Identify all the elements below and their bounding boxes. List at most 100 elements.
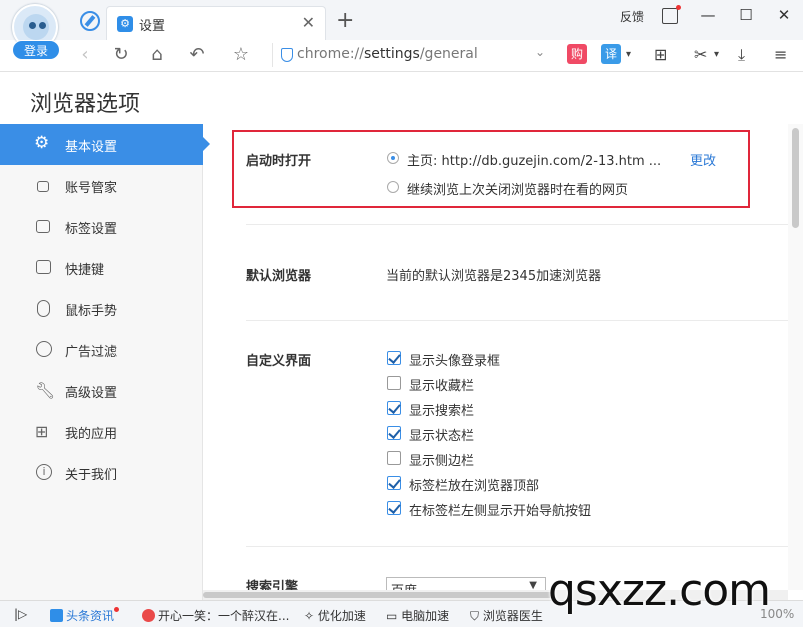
- optimize-button[interactable]: ✧ 优化加速: [304, 607, 366, 624]
- url-text[interactable]: chrome://settings/general: [297, 46, 478, 62]
- rocket-icon: ✧: [304, 609, 318, 623]
- back-icon[interactable]: ‹: [72, 44, 98, 65]
- page-title: 浏览器选项: [30, 92, 141, 117]
- shopping-icon[interactable]: 购: [567, 44, 587, 64]
- sidebar-item-apps[interactable]: ⊞ 我的应用: [0, 411, 203, 452]
- compass-icon[interactable]: [80, 11, 100, 31]
- divider: [246, 320, 788, 321]
- checkbox-show-avatar[interactable]: [387, 351, 401, 365]
- skin-icon[interactable]: [662, 5, 681, 24]
- sidebar-item-account[interactable]: 账号管家: [0, 165, 203, 206]
- option-start-nav: 在标签栏左侧显示开始导航按钮: [409, 504, 592, 519]
- sidebar-item-label: 鼠标手势: [65, 304, 118, 319]
- chevron-down-icon[interactable]: ⌄: [535, 45, 545, 59]
- sidebar-item-label: 标签设置: [65, 222, 118, 237]
- chevron-down-icon[interactable]: ▾: [714, 49, 719, 60]
- joke-ticker[interactable]: 开心一笑：一个醉汉在...: [142, 607, 289, 624]
- star-icon[interactable]: ☆: [228, 44, 254, 65]
- sidebar-item-label: 高级设置: [65, 386, 118, 401]
- sidebar-item-basic[interactable]: ⚙ 基本设置: [0, 124, 210, 165]
- sidebar-item-label: 基本设置: [65, 140, 118, 155]
- gear-icon: ⚙: [117, 16, 133, 32]
- sidebar-item-label: 快捷键: [65, 263, 105, 278]
- sidebar-toggle-icon[interactable]: |▷: [14, 607, 27, 621]
- apps-grid-icon[interactable]: ⊞: [654, 45, 667, 64]
- heart-icon: [142, 609, 155, 622]
- watermark: qsxzz.com: [548, 565, 771, 616]
- default-browser-section: 默认浏览器 当前的默认浏览器是2345加速浏览器: [246, 265, 786, 285]
- tab-title: 设置: [139, 19, 166, 34]
- option-tabs-top: 标签栏放在浏览器顶部: [409, 479, 540, 494]
- lock-icon: [37, 181, 49, 192]
- info-icon: i: [36, 464, 52, 480]
- option-show-search: 显示搜索栏: [409, 404, 475, 419]
- sidebar-item-label: 我的应用: [65, 427, 118, 442]
- sidebar-item-tabs[interactable]: 标签设置: [0, 206, 203, 247]
- news-button[interactable]: 头条资讯: [50, 607, 120, 624]
- default-browser-text: 当前的默认浏览器是2345加速浏览器: [386, 269, 602, 284]
- translate-icon[interactable]: 译: [601, 44, 621, 64]
- avatar-eye: [39, 22, 46, 29]
- option-show-status: 显示状态栏: [409, 429, 475, 444]
- shield-icon: [281, 48, 293, 62]
- mouse-icon: [37, 300, 50, 317]
- custom-ui-section: 自定义界面 显示头像登录框 显示收藏栏 显示搜索栏 显示状态栏 显示侧边栏 标签…: [246, 350, 786, 530]
- sidebar-item-advanced[interactable]: 🔧︎ 高级设置: [0, 370, 203, 411]
- refresh-icon[interactable]: ↻: [108, 44, 134, 65]
- sidebar-item-label: 账号管家: [65, 181, 118, 196]
- vertical-scrollbar[interactable]: [788, 124, 803, 590]
- default-browser-label: 默认浏览器: [246, 269, 312, 284]
- option-show-avatar: 显示头像登录框: [409, 354, 501, 369]
- checkbox-show-favorites[interactable]: [387, 376, 401, 390]
- option-show-sidebar: 显示侧边栏: [409, 454, 475, 469]
- menu-icon[interactable]: ≡: [774, 45, 787, 64]
- chevron-down-icon[interactable]: ▾: [626, 49, 631, 60]
- login-button[interactable]: 登录: [12, 40, 60, 60]
- scrollbar-thumb[interactable]: [792, 128, 799, 228]
- scissors-icon[interactable]: ✂: [694, 45, 707, 64]
- news-icon: [50, 609, 63, 622]
- url-input[interactable]: chrome://settings/general ⌄: [272, 43, 550, 67]
- shield-icon: ⛉: [470, 609, 483, 623]
- sidebar: ⚙ 基本设置 账号管家 标签设置 快捷键 鼠标手势 广告过滤 🔧︎ 高级设置 ⊞…: [0, 124, 210, 600]
- divider: [246, 546, 788, 547]
- avatar-eye: [29, 22, 36, 29]
- address-bar: ‹ ↻ ⌂ ↶ ☆ chrome://settings/general ⌄ 购 …: [0, 40, 803, 72]
- search-engine-label: 搜索引擎: [246, 580, 299, 590]
- undo-icon[interactable]: ↶: [184, 44, 210, 65]
- custom-ui-label: 自定义界面: [246, 354, 312, 369]
- apps-icon: ⊞: [35, 422, 49, 441]
- close-button[interactable]: ✕: [772, 6, 796, 24]
- sidebar-item-adblock[interactable]: 广告过滤: [0, 329, 203, 370]
- checkbox-show-status[interactable]: [387, 426, 401, 440]
- doctor-button[interactable]: ⛉ 浏览器医生: [470, 607, 543, 624]
- scrollbar-thumb[interactable]: [203, 592, 553, 598]
- notification-dot: [114, 607, 120, 612]
- download-icon[interactable]: ⤓: [738, 45, 745, 65]
- option-show-favorites: 显示收藏栏: [409, 379, 475, 394]
- checkbox-start-nav[interactable]: [387, 501, 401, 515]
- new-tab-button[interactable]: +: [336, 8, 354, 33]
- home-icon[interactable]: ⌂: [144, 44, 170, 65]
- tab-close-icon[interactable]: ✕: [302, 13, 315, 32]
- pc-icon: ▭: [386, 609, 402, 623]
- gear-icon: ⚙: [34, 133, 50, 153]
- maximize-button[interactable]: ☐: [734, 6, 758, 24]
- checkbox-show-sidebar[interactable]: [387, 451, 401, 465]
- minimize-button[interactable]: —: [696, 6, 720, 24]
- feedback-link[interactable]: 反馈: [620, 8, 644, 25]
- sidebar-item-gestures[interactable]: 鼠标手势: [0, 288, 203, 329]
- tabs-icon: [36, 220, 50, 233]
- sidebar-item-label: 广告过滤: [65, 345, 118, 360]
- sidebar-item-shortcuts[interactable]: 快捷键: [0, 247, 203, 288]
- page-header: 浏览器选项: [0, 72, 803, 124]
- checkbox-show-search[interactable]: [387, 401, 401, 415]
- divider: [246, 224, 788, 225]
- avatar-login[interactable]: 登录: [10, 4, 60, 60]
- checkbox-tabs-top[interactable]: [387, 476, 401, 490]
- sidebar-item-about[interactable]: i 关于我们: [0, 452, 203, 493]
- pc-speed-button[interactable]: ▭ 电脑加速: [386, 607, 449, 624]
- tab-settings[interactable]: ⚙ 设置 ✕: [106, 6, 326, 40]
- wrench-icon: 🔧︎: [35, 381, 56, 400]
- sidebar-item-label: 关于我们: [65, 468, 118, 483]
